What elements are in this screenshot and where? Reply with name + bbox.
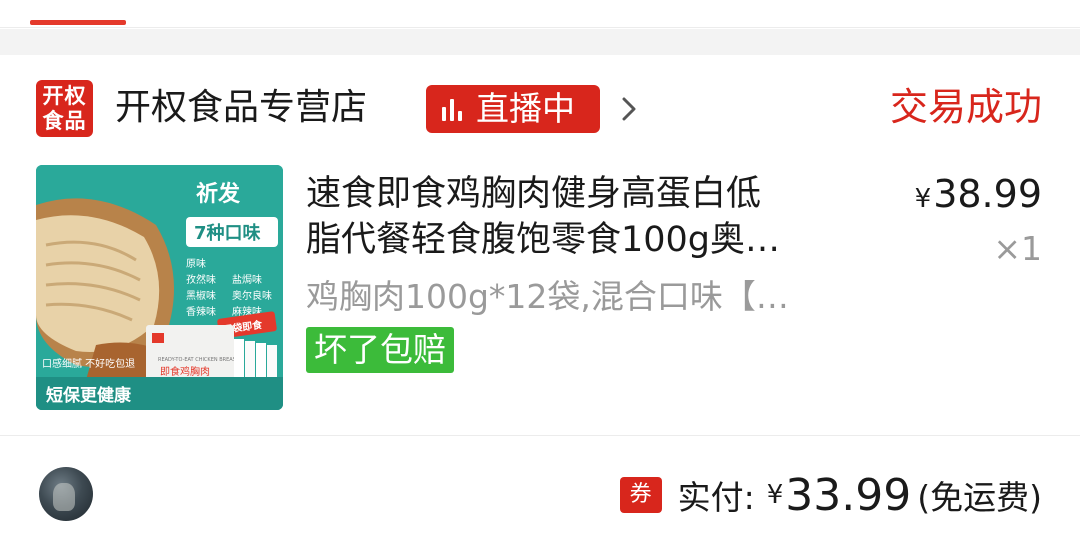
order-card[interactable]: 开权 食品 开权食品专营店 直播中 交易成功 祈发 7种口味 原味 孜然味 盐焗… xyxy=(0,55,1080,543)
pay-amount: 33.99 xyxy=(785,469,912,521)
product-info[interactable]: 速食即食鸡胸肉健身高蛋白低 脂代餐轻食腹饱零食100g奥… 鸡胸肉100g*12… xyxy=(306,171,866,373)
order-status: 交易成功 xyxy=(889,85,1042,129)
pay-currency: ¥ xyxy=(766,480,784,510)
store-logo-line1: 开权 xyxy=(42,83,87,108)
price-value: 38.99 xyxy=(933,172,1042,216)
pack-text-en: READY-TO-EAT CHICKEN BREAST xyxy=(158,357,240,363)
flavor-item: 原味 xyxy=(186,258,206,270)
avatar[interactable] xyxy=(39,467,93,521)
flavor-item: 香辣味 xyxy=(186,305,216,318)
pay-label: 实付: xyxy=(677,478,755,517)
coupon-icon: 券 xyxy=(619,477,662,513)
product-image[interactable]: 祈发 7种口味 原味 孜然味 盐焗味 黑椒味 奥尔良味 香辣味 麻辣味 开袋即食… xyxy=(36,165,283,410)
flavor-item: 黑椒味 xyxy=(186,289,216,302)
product-sku: 鸡胸肉100g*12袋,混合口味【… xyxy=(306,277,789,316)
quantity: ×1 xyxy=(993,229,1042,268)
store-logo-line2: 食品 xyxy=(42,108,87,133)
guarantee-tag: 坏了包赔 xyxy=(306,327,454,373)
flavor-item: 孜然味 xyxy=(186,273,216,286)
live-badge[interactable]: 直播中 xyxy=(426,85,600,133)
flavors-badge: 7种口味 xyxy=(194,222,261,244)
product-image-art: 祈发 7种口味 原味 孜然味 盐焗味 黑椒味 奥尔良味 香辣味 麻辣味 开袋即食… xyxy=(36,165,283,410)
active-tab-indicator xyxy=(30,20,126,25)
pack-text: 即食鸡胸肉 xyxy=(160,365,210,378)
payment-summary: 券 实付: ¥ 33.99 (免运费) xyxy=(619,467,1042,523)
claim-text: 口感细腻 不好吃包退 xyxy=(42,357,135,370)
divider xyxy=(0,435,1080,436)
product-title-line2: 脂代餐轻食腹饱零食100g奥… xyxy=(306,220,781,260)
chevron-right-icon[interactable] xyxy=(616,96,642,122)
store-name[interactable]: 开权食品专营店 xyxy=(115,86,367,130)
brand-text: 祈发 xyxy=(196,181,241,207)
section-gap xyxy=(0,29,1080,55)
unit-price: ¥38.99 xyxy=(915,171,1042,222)
product-title-line1: 速食即食鸡胸肉健身高蛋白低 xyxy=(306,174,762,214)
price-column: ¥38.99 ×1 xyxy=(915,171,1042,272)
product-title[interactable]: 速食即食鸡胸肉健身高蛋白低 脂代餐轻食腹饱零食100g奥… xyxy=(306,171,866,263)
store-logo: 开权 食品 xyxy=(36,80,93,137)
live-label: 直播中 xyxy=(476,89,575,128)
pay-note: (免运费) xyxy=(917,478,1042,517)
flavor-item: 奥尔良味 xyxy=(232,289,272,302)
bottom-banner-text: 短保更健康 xyxy=(46,385,132,406)
store-header[interactable]: 开权 食品 开权食品专营店 直播中 交易成功 xyxy=(36,80,1042,138)
live-bars-icon xyxy=(442,97,462,121)
price-currency: ¥ xyxy=(914,184,932,214)
top-tab-strip xyxy=(0,0,1080,28)
flavor-item: 盐焗味 xyxy=(232,273,262,286)
